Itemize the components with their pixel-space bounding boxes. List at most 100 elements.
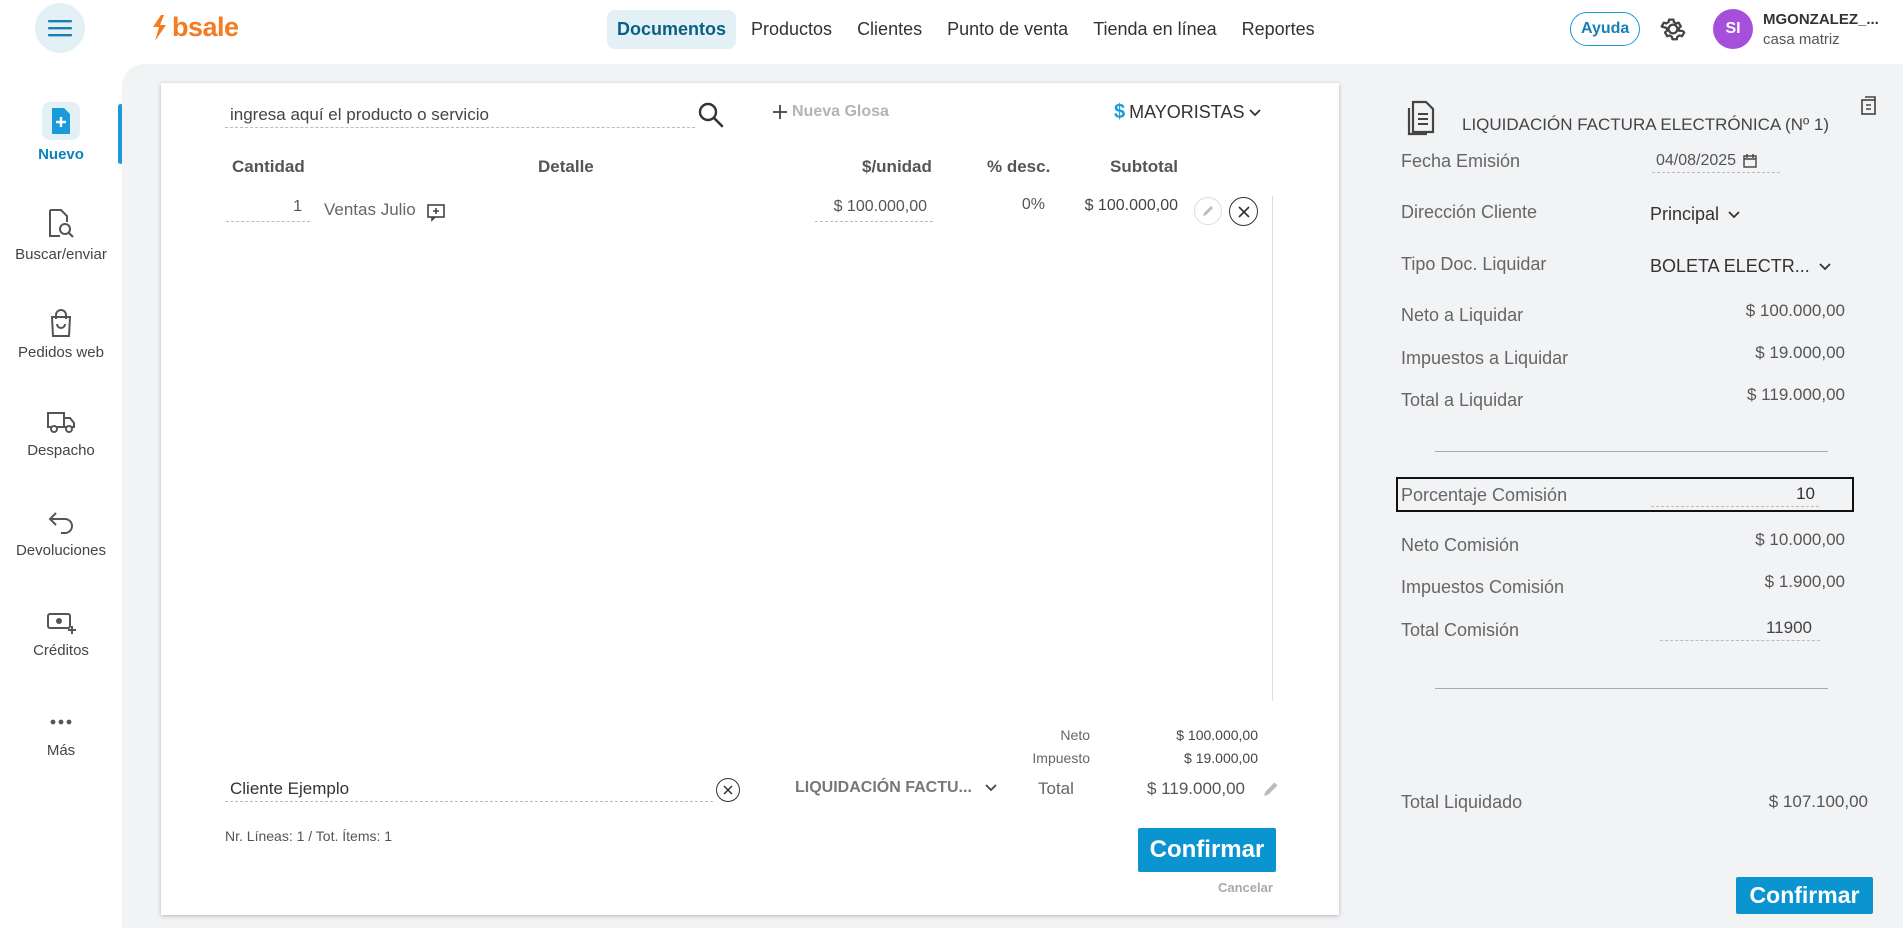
liquidation-title: LIQUIDACIÓN FACTURA ELECTRÓNICA (Nº 1) xyxy=(1462,115,1830,134)
nueva-glosa-label: Nueva Glosa xyxy=(792,103,889,120)
sidebar-item-devoluciones[interactable]: Devoluciones xyxy=(0,508,122,559)
top-header: bsale Documentos Productos Clientes Punt… xyxy=(0,0,1903,58)
close-icon xyxy=(723,785,733,795)
impuesto-value: $ 19.000,00 xyxy=(1184,750,1258,766)
chevron-down-icon xyxy=(985,784,997,792)
tipo-doc-liquidar-select[interactable]: BOLETA ELECTR... xyxy=(1650,256,1832,277)
nav-tienda-en-linea[interactable]: Tienda en línea xyxy=(1083,10,1226,49)
user-avatar[interactable]: SI xyxy=(1713,9,1753,49)
confirm-button[interactable]: Confirmar xyxy=(1138,828,1276,872)
pencil-icon[interactable] xyxy=(1262,780,1280,798)
total-comision-input[interactable] xyxy=(1660,615,1820,641)
sidebar-item-mas[interactable]: Más xyxy=(0,708,122,759)
sidebar-label-despacho: Despacho xyxy=(27,442,95,459)
nav-productos[interactable]: Productos xyxy=(741,10,842,49)
row-quantity-input[interactable]: 1 xyxy=(226,198,310,222)
gear-icon[interactable] xyxy=(1658,14,1688,44)
main-nav: Documentos Productos Clientes Punto de v… xyxy=(607,10,1330,49)
fecha-emision-input[interactable]: 04/08/2025 xyxy=(1652,149,1780,173)
search-icon[interactable] xyxy=(697,101,725,129)
user-name[interactable]: MGONZALEZ_... xyxy=(1763,11,1879,28)
chevron-down-icon xyxy=(1728,210,1740,218)
column-header-detail: Detalle xyxy=(538,157,594,176)
neto-label: Neto xyxy=(1060,727,1090,743)
cancel-link[interactable]: Cancelar xyxy=(1218,880,1273,895)
porcentaje-comision-input[interactable] xyxy=(1651,481,1819,507)
total-liquidar-value: $ 119.000,00 xyxy=(1747,385,1845,404)
neto-liquidar-label: Neto a Liquidar xyxy=(1401,305,1524,325)
column-header-discount: % desc. xyxy=(987,157,1051,176)
document-settings-icon[interactable] xyxy=(1860,96,1878,116)
sidebar-item-nuevo[interactable]: Nuevo xyxy=(0,102,122,163)
column-header-subtotal: Subtotal xyxy=(1110,157,1178,176)
total-comision-label: Total Comisión xyxy=(1401,620,1520,640)
direccion-cliente-value: Principal xyxy=(1650,204,1720,224)
fecha-emision-label: Fecha Emisión xyxy=(1401,151,1521,171)
sidebar-label-devoluciones: Devoluciones xyxy=(15,542,107,559)
total-liquidar-label: Total a Liquidar xyxy=(1401,390,1524,410)
price-list-symbol: $ xyxy=(1114,101,1126,123)
return-arrow-icon xyxy=(48,512,73,534)
neto-value: $ 100.000,00 xyxy=(1176,727,1258,743)
product-search-input[interactable] xyxy=(225,102,695,128)
lines-info: Nr. Líneas: 1 / Tot. Ítems: 1 xyxy=(225,828,393,844)
help-button[interactable]: Ayuda xyxy=(1570,12,1641,46)
row-discount[interactable]: 0% xyxy=(1010,196,1045,214)
price-list-label: MAYORISTAS xyxy=(1129,102,1245,122)
add-note-icon[interactable] xyxy=(426,202,446,222)
column-header-unit-price: $/unidad xyxy=(862,157,932,176)
nav-punto-de-venta[interactable]: Punto de venta xyxy=(937,10,1078,49)
pencil-icon xyxy=(1203,206,1213,216)
client-input[interactable] xyxy=(225,776,713,802)
document-search-icon xyxy=(49,209,74,238)
bsale-logo-icon xyxy=(153,14,166,41)
sidebar-label-mas: Más xyxy=(46,742,76,759)
left-sidebar: Nuevo Buscar/enviar Pedidos web Despacho… xyxy=(0,58,123,928)
row-unit-price-input[interactable]: $ 100.000,00 xyxy=(815,198,933,222)
nav-reportes[interactable]: Reportes xyxy=(1232,10,1325,49)
shopping-bag-icon xyxy=(50,309,72,337)
sidebar-item-despacho[interactable]: Despacho xyxy=(0,408,122,459)
divider xyxy=(1435,451,1828,452)
direccion-cliente-select[interactable]: Principal xyxy=(1650,204,1741,225)
fecha-emision-value: 04/08/2025 xyxy=(1656,151,1737,169)
neto-comision-value: $ 10.000,00 xyxy=(1755,530,1845,549)
hamburger-menu-button[interactable] xyxy=(35,3,85,53)
price-list-select[interactable]: $ MAYORISTAS xyxy=(1114,101,1262,124)
edit-row-button[interactable] xyxy=(1194,197,1222,225)
cash-plus-icon xyxy=(47,613,76,634)
chevron-down-icon xyxy=(1819,262,1831,270)
document-icon xyxy=(1407,100,1435,136)
bsale-logo[interactable]: bsale xyxy=(150,12,239,43)
plus-icon xyxy=(773,105,787,119)
calendar-icon xyxy=(1743,153,1757,168)
tipo-doc-liquidar-value: BOLETA ELECTR... xyxy=(1650,256,1810,276)
new-document-icon xyxy=(42,102,80,140)
close-icon xyxy=(1237,205,1250,218)
sidebar-label-creditos: Créditos xyxy=(33,642,89,659)
list-scrollbar[interactable] xyxy=(1272,196,1273,701)
nav-clientes[interactable]: Clientes xyxy=(847,10,932,49)
sidebar-item-creditos[interactable]: Créditos xyxy=(0,608,122,659)
row-subtotal: $ 100.000,00 xyxy=(1084,197,1178,214)
document-type-label: LIQUIDACIÓN FACTU... xyxy=(795,779,972,796)
sidebar-item-buscar-enviar[interactable]: Buscar/enviar xyxy=(0,208,122,263)
sidebar-item-pedidos-web[interactable]: Pedidos web xyxy=(0,308,122,361)
clear-client-button[interactable] xyxy=(716,778,740,802)
tipo-doc-liquidar-label: Tipo Doc. Liquidar xyxy=(1401,254,1547,274)
divider xyxy=(1435,688,1828,689)
impuesto-label: Impuesto xyxy=(1032,750,1090,766)
nav-documentos[interactable]: Documentos xyxy=(607,10,737,49)
porcentaje-comision-label: Porcentaje Comisión xyxy=(1401,485,1568,505)
chevron-down-icon xyxy=(1249,108,1262,116)
nueva-glosa-button[interactable]: Nueva Glosa xyxy=(772,103,889,121)
total-liquidado-label: Total Liquidado xyxy=(1401,792,1523,812)
remove-row-button[interactable] xyxy=(1229,197,1258,226)
direccion-cliente-label: Dirección Cliente xyxy=(1401,202,1538,222)
logo-text: bsale xyxy=(172,12,239,42)
impuestos-comision-value: $ 1.900,00 xyxy=(1764,572,1845,591)
document-type-select[interactable]: LIQUIDACIÓN FACTU... xyxy=(795,779,998,797)
row-detail[interactable]: Ventas Julio xyxy=(324,200,416,220)
confirm-liquidation-button[interactable]: Confirmar xyxy=(1736,877,1873,914)
sidebar-label-buscar-enviar: Buscar/enviar xyxy=(15,246,107,263)
